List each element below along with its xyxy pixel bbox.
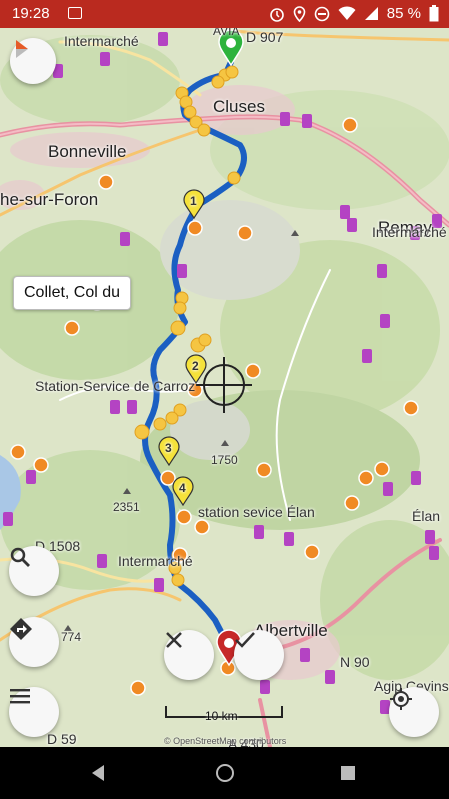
- map-attribution[interactable]: © OpenStreetMap contributors: [164, 736, 286, 746]
- location-icon: [293, 5, 306, 22]
- place-label: Élan: [412, 508, 441, 524]
- do-not-disturb-icon: [314, 6, 330, 21]
- battery-level: 85 %: [386, 5, 421, 22]
- place-label: AVIA: [213, 28, 240, 38]
- road-label: D 907: [246, 29, 284, 45]
- place-label: he-sur-Foron: [0, 190, 99, 209]
- clock: 19:28: [12, 5, 50, 22]
- menu-button[interactable]: [9, 687, 59, 737]
- poi-tooltip[interactable]: Collet, Col du: [13, 276, 132, 310]
- place-label: Station-Service de Carroz: [35, 378, 196, 394]
- close-icon: [166, 632, 182, 648]
- map-view[interactable]: 1 2 3 4 Intermarché AVIA D 907 Cluses Bo…: [0, 28, 449, 747]
- peak-label: 1750: [211, 453, 238, 467]
- place-label: Intermarché: [118, 553, 193, 569]
- road-label: D 59: [47, 731, 77, 747]
- compass-button[interactable]: [10, 38, 56, 84]
- signal-icon: [364, 7, 378, 20]
- search-button[interactable]: [9, 546, 59, 596]
- back-icon[interactable]: [90, 764, 106, 782]
- image-notification-icon: [68, 7, 82, 19]
- place-label: station sevice Élan: [198, 504, 315, 520]
- battery-icon: [429, 5, 439, 22]
- peak-label: 2351: [113, 500, 140, 514]
- directions-button[interactable]: [9, 617, 59, 667]
- peak-label: 774: [61, 630, 82, 644]
- waypoint-4-label[interactable]: 4: [179, 481, 186, 495]
- waypoint-3-label[interactable]: 3: [165, 441, 172, 455]
- waypoint-2-label[interactable]: 2: [192, 359, 199, 373]
- road-label: N 90: [340, 654, 370, 670]
- navigation-bar: [0, 747, 449, 799]
- my-location-icon: [390, 688, 412, 710]
- check-icon: [235, 632, 255, 648]
- my-location-button[interactable]: [389, 687, 439, 737]
- place-label: Cluses: [213, 97, 265, 116]
- place-label: Bonneville: [48, 142, 127, 161]
- directions-icon: [10, 618, 32, 640]
- confirm-route-button[interactable]: [234, 630, 284, 680]
- status-bar: 19:28 85 %: [0, 0, 449, 28]
- compass-icon: [16, 40, 28, 58]
- menu-icon: [10, 689, 30, 704]
- wifi-icon: [338, 6, 356, 20]
- home-icon[interactable]: [215, 763, 235, 783]
- cancel-route-button[interactable]: [164, 630, 214, 680]
- waypoint-1-label[interactable]: 1: [190, 194, 197, 208]
- recents-icon[interactable]: [340, 765, 356, 781]
- place-label: Intermarché: [64, 33, 139, 49]
- alarm-icon: [269, 7, 284, 22]
- place-label: Intermarché: [372, 224, 447, 240]
- search-icon: [10, 547, 30, 567]
- scale-label: 10 km: [205, 709, 238, 723]
